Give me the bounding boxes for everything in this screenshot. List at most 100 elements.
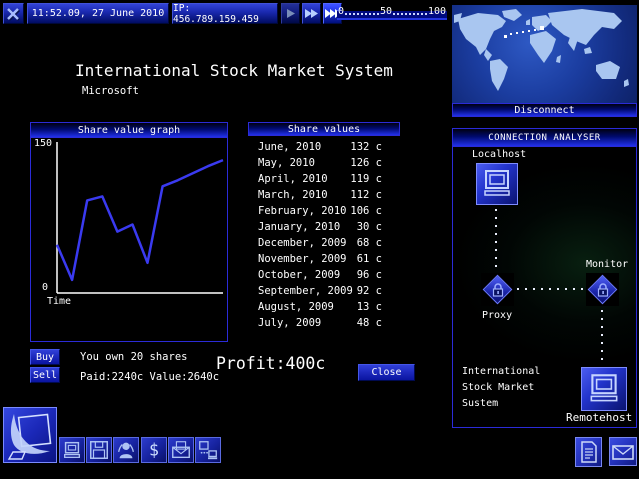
share-month: May, 2010 xyxy=(258,157,315,169)
share-graph-panel: Share value graph 150 0 Time xyxy=(30,122,228,342)
list-item: January, 201030 c xyxy=(248,219,400,235)
share-values-header: Share values xyxy=(248,122,400,136)
sell-label: Sell xyxy=(33,370,57,381)
remotehost-label: Remotehost xyxy=(566,411,637,424)
buy-label: Buy xyxy=(36,352,54,363)
computer-glyph xyxy=(585,370,623,408)
list-item: March, 2010112 c xyxy=(248,187,400,203)
news-document-icon xyxy=(577,439,600,465)
share-value: 106 c xyxy=(350,205,382,217)
share-month: January, 2010 xyxy=(258,221,340,233)
floppy-disk-icon xyxy=(88,439,110,461)
padlock-icon xyxy=(596,282,610,297)
list-item: February, 2010106 c xyxy=(248,203,400,219)
share-value: 48 c xyxy=(357,317,382,329)
devices-icon xyxy=(197,439,219,461)
share-month: December, 2009 xyxy=(258,237,347,249)
analyser-title: CONNECTION ANALYSER xyxy=(488,133,600,143)
hardware-button[interactable] xyxy=(59,437,85,463)
proxy-label: Proxy xyxy=(482,310,512,321)
route-dots-vertical-2 xyxy=(601,310,603,364)
list-item: June, 2010 132 c xyxy=(248,139,400,155)
monitor-node-icon xyxy=(586,273,619,306)
clock-text: 11:52.09, 27 June 2010 xyxy=(32,8,164,19)
share-value: 61 c xyxy=(357,253,382,265)
status-button[interactable] xyxy=(113,437,139,463)
share-month: August, 2009 xyxy=(258,301,334,313)
share-graph-header: Share value graph xyxy=(31,123,227,138)
share-price-line xyxy=(57,160,223,280)
news-button[interactable] xyxy=(575,437,602,467)
route-dots-vertical-1 xyxy=(495,209,497,271)
y-min-label: 0 xyxy=(42,282,48,293)
share-values-title: Share values xyxy=(288,124,360,135)
connections-button[interactable] xyxy=(195,437,221,463)
share-value: 119 c xyxy=(350,173,382,185)
open-envelope-icon xyxy=(170,439,192,461)
page-title: International Stock Market System xyxy=(75,61,393,80)
speed-fast-button[interactable] xyxy=(302,3,321,24)
shares-owned-text: You own 20 shares xyxy=(80,351,187,363)
server-name-line-1: International xyxy=(462,366,540,377)
gauge-leader xyxy=(345,13,379,15)
localhost-computer-icon xyxy=(476,163,518,205)
share-values-list: June, 2010 132 c May, 2010 126 c April, 2010… xyxy=(248,139,400,331)
uplink-logo-button[interactable] xyxy=(3,407,57,463)
share-value: 132 c xyxy=(350,141,382,153)
speed-normal-button[interactable] xyxy=(281,3,300,24)
list-item: December, 2009 68 c xyxy=(248,235,400,251)
memory-button[interactable] xyxy=(86,437,112,463)
cpu-usage-gauge[interactable]: 0 50 100 xyxy=(337,5,447,20)
share-month: September, 2009 xyxy=(258,285,353,297)
share-value: 92 c xyxy=(357,285,382,297)
dollar-icon: $ xyxy=(143,439,165,461)
disconnect-button[interactable]: Disconnect xyxy=(452,103,637,117)
send-mail-button[interactable] xyxy=(168,437,194,463)
ip-display: IP: 456.789.159.459 xyxy=(172,3,278,24)
ip-text: IP: 456.789.159.459 xyxy=(173,3,277,25)
share-graph-plot xyxy=(31,138,227,340)
world-map xyxy=(452,5,637,103)
email-button[interactable] xyxy=(609,437,637,466)
analyser-header: CONNECTION ANALYSER xyxy=(453,129,636,147)
gauge-leader xyxy=(393,13,427,15)
share-value: 112 c xyxy=(350,189,382,201)
proxy-node-icon xyxy=(481,273,514,306)
uplink-swoosh-icon xyxy=(5,409,55,461)
remote-computer-icon xyxy=(581,367,627,411)
monitor-label: Monitor xyxy=(586,259,628,270)
localhost-label: Localhost xyxy=(472,149,526,160)
close-button[interactable]: Close xyxy=(358,364,415,381)
sell-button[interactable]: Sell xyxy=(30,367,60,383)
list-item: August, 2009 13 c xyxy=(248,299,400,315)
close-label: Close xyxy=(371,367,401,378)
connection-analyser-panel: CONNECTION ANALYSER Localhost xyxy=(452,128,637,428)
share-month: June, 2010 xyxy=(258,141,321,153)
share-value: 13 c xyxy=(357,301,382,313)
share-month: February, 2010 xyxy=(258,205,347,217)
page-subtitle: Microsoft xyxy=(82,85,139,97)
continents xyxy=(454,9,629,91)
buy-button[interactable]: Buy xyxy=(30,349,60,365)
share-value: 68 c xyxy=(357,237,382,249)
fast-forward-icon xyxy=(303,6,320,21)
x-axis-label: Time xyxy=(47,296,71,307)
share-month: April, 2010 xyxy=(258,173,328,185)
padlock-icon xyxy=(491,282,505,297)
profit-text: Profit:400c xyxy=(216,354,325,373)
clock-display: 11:52.09, 27 June 2010 xyxy=(27,3,169,24)
list-item: April, 2010 119 c xyxy=(248,171,400,187)
person-icon xyxy=(115,439,137,461)
play-icon xyxy=(283,6,298,21)
finance-button[interactable]: $ xyxy=(141,437,167,463)
server-name-line-2: Stock Market xyxy=(462,382,534,393)
close-window-button[interactable] xyxy=(3,3,24,24)
share-month: July, 2009 xyxy=(258,317,321,329)
computer-icon xyxy=(61,439,83,461)
gauge-min-label: 0 xyxy=(338,6,344,18)
list-item: September, 2009 92 c xyxy=(248,283,400,299)
world-map-graphic xyxy=(452,5,637,103)
disconnect-label: Disconnect xyxy=(514,105,574,116)
list-item: May, 2010 126 c xyxy=(248,155,400,171)
share-value: 126 c xyxy=(350,157,382,169)
